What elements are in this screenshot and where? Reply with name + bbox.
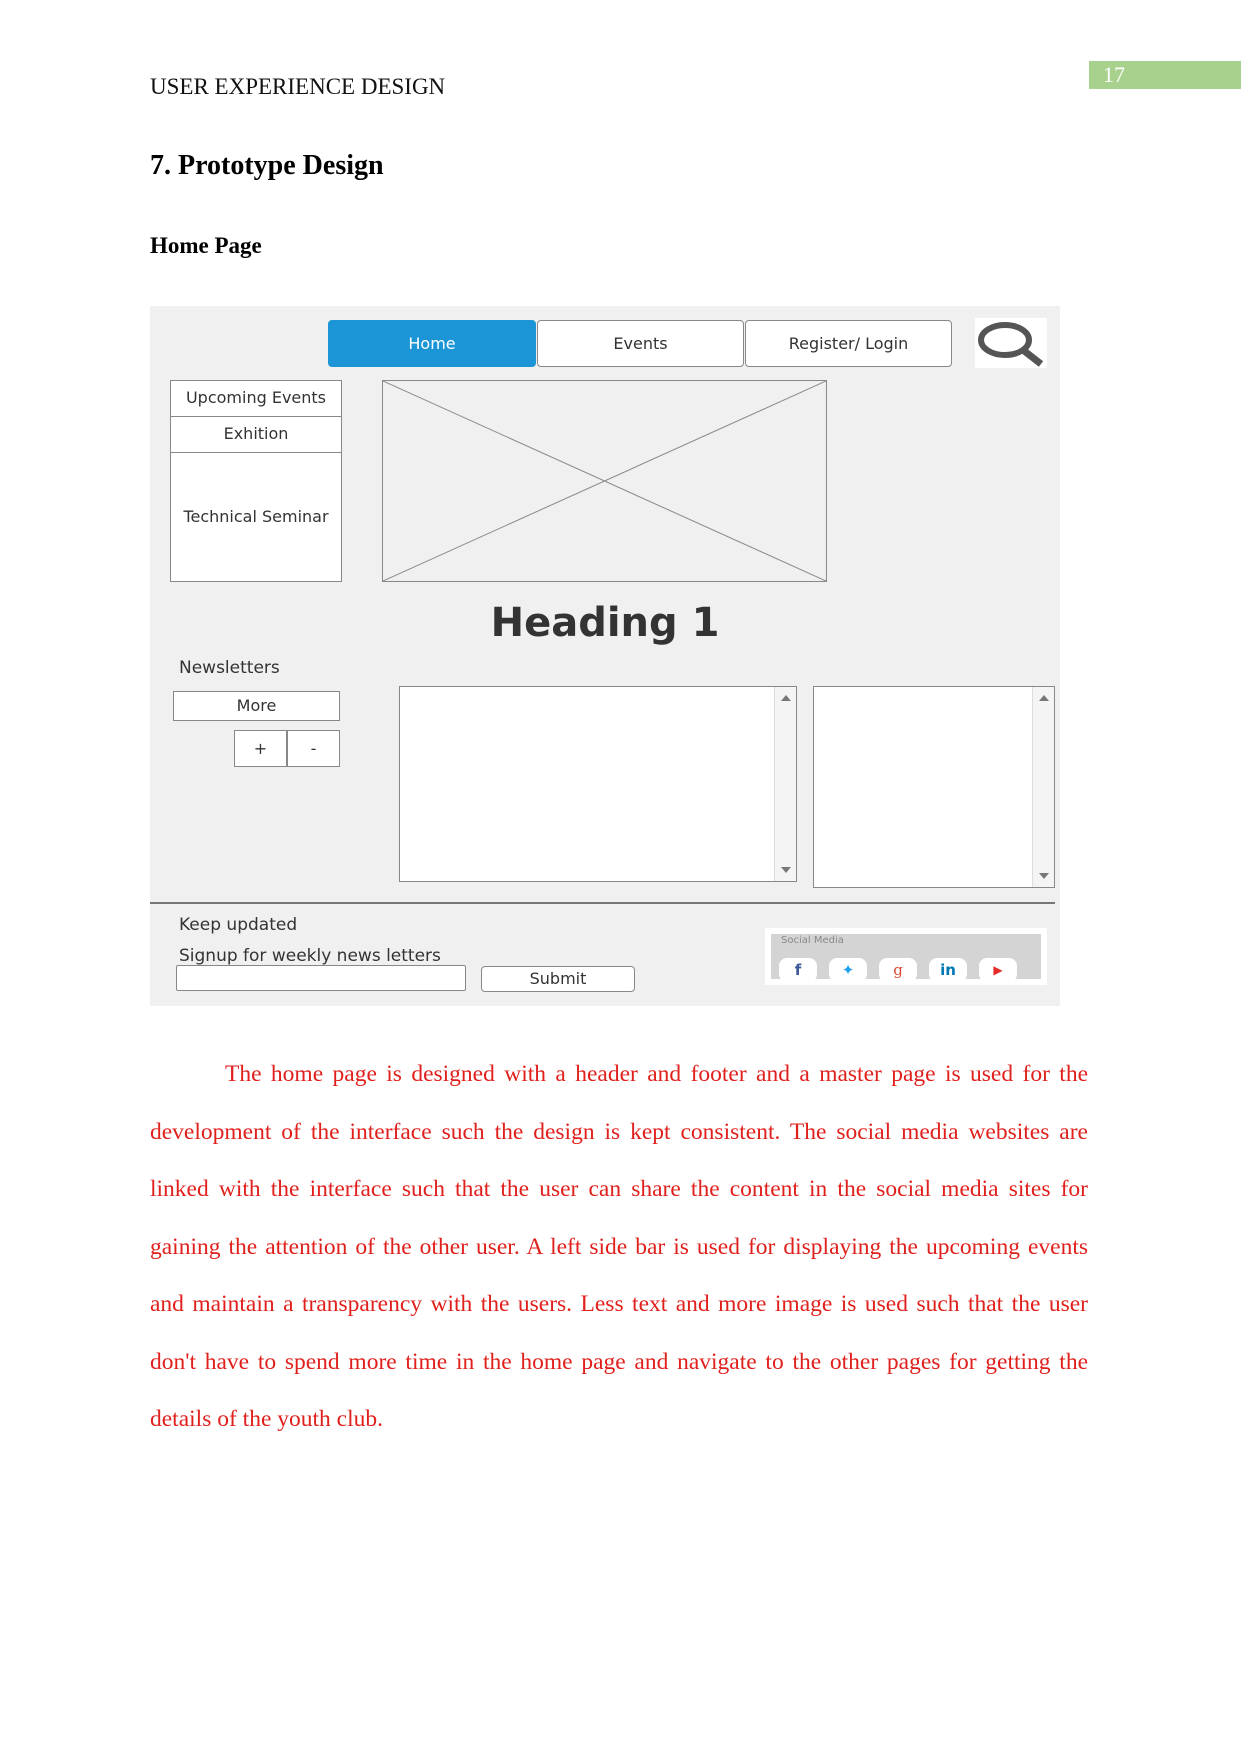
page-number: 17 [1089, 61, 1241, 89]
sidebar-item-exhition[interactable]: Exhition [171, 417, 341, 453]
section-title: 7. Prototype Design [150, 150, 384, 181]
content-textarea-2[interactable] [813, 686, 1055, 888]
scrollbar[interactable] [774, 687, 796, 881]
submit-button[interactable]: Submit [481, 966, 635, 992]
google-plus-icon[interactable]: g [879, 958, 917, 982]
search-icon[interactable] [975, 318, 1047, 368]
content-textarea-1[interactable] [399, 686, 797, 882]
youtube-icon[interactable]: ▶ [979, 958, 1017, 982]
twitter-icon[interactable]: ✦ [829, 958, 867, 982]
minus-button[interactable]: - [287, 730, 340, 767]
linkedin-icon[interactable]: in [929, 958, 967, 982]
sidebar-item-upcoming-events[interactable]: Upcoming Events [171, 381, 341, 417]
nav-home-button[interactable]: Home [328, 320, 536, 367]
newsletters-label: Newsletters [179, 658, 280, 678]
signup-label: Signup for weekly news letters [179, 946, 441, 966]
footer-divider [150, 902, 1055, 904]
social-media-widget: Social Media f ✦ g in ▶ [765, 928, 1047, 985]
scroll-up-icon[interactable] [781, 695, 791, 701]
paragraph-text: The home page is designed with a header … [150, 1061, 1088, 1432]
body-paragraph: The home page is designed with a header … [150, 1046, 1088, 1449]
scrollbar[interactable] [1032, 687, 1054, 887]
home-page-wireframe: Home Events Register/ Login Upcoming Eve… [150, 306, 1060, 1006]
more-button[interactable]: More [173, 691, 340, 721]
sidebar-item-technical-seminar[interactable]: Technical Seminar [171, 453, 341, 581]
keep-updated-label: Keep updated [179, 915, 298, 935]
running-header: USER EXPERIENCE DESIGN [150, 74, 446, 99]
facebook-icon[interactable]: f [779, 958, 817, 982]
scroll-down-icon[interactable] [1039, 873, 1049, 879]
plus-button[interactable]: + [234, 730, 287, 767]
nav-events-button[interactable]: Events [537, 320, 744, 367]
sidebar-event-list: Upcoming Events Exhition Technical Semin… [170, 380, 342, 582]
social-media-label: Social Media [781, 935, 844, 946]
scroll-up-icon[interactable] [1039, 695, 1049, 701]
nav-register-login-button[interactable]: Register/ Login [745, 320, 952, 367]
newsletter-email-input[interactable] [176, 965, 466, 991]
scroll-down-icon[interactable] [781, 867, 791, 873]
image-placeholder [382, 380, 827, 582]
subsection-title: Home Page [150, 233, 262, 258]
heading-1: Heading 1 [490, 600, 720, 646]
